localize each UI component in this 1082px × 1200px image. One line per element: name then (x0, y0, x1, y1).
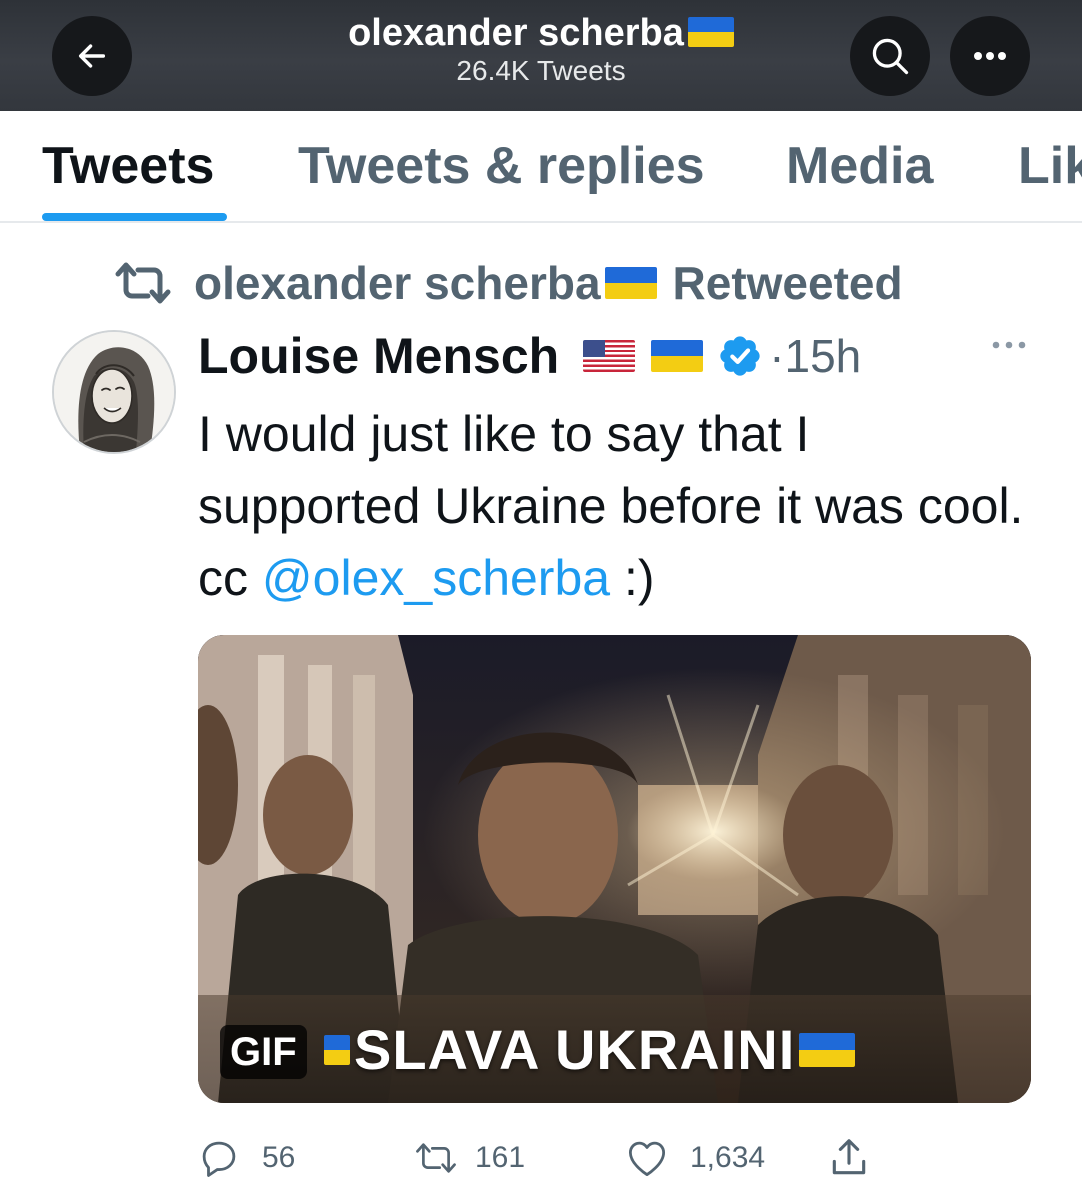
reply-count: 56 (262, 1141, 296, 1174)
tab-tweets-and-replies[interactable]: Tweets & replies (298, 133, 705, 199)
profile-tabs: Tweets Tweets & replies Media Likes (0, 111, 1082, 223)
reply-button[interactable]: 56 (198, 1128, 295, 1188)
retweeted-label: Retweeted (672, 257, 903, 309)
timestamp-separator: · (769, 330, 785, 382)
profile-header-bar: olexander scherba 26.4K Tweets (0, 0, 1082, 111)
tweet-timestamp[interactable]: ·15h (769, 329, 861, 383)
heart-icon (628, 1141, 666, 1177)
ukraine-flag-icon (651, 340, 704, 372)
retweet-count: 161 (475, 1141, 526, 1174)
search-button[interactable] (850, 16, 930, 96)
tweet-gif-media[interactable]: GIF SLAVA UKRAINI (198, 635, 1031, 1103)
retweet-icon (115, 262, 171, 304)
like-button[interactable]: 1,634 (626, 1128, 765, 1188)
retweet-icon (416, 1143, 456, 1173)
tab-media[interactable]: Media (786, 133, 933, 199)
retweet-context[interactable]: olexander scherba Retweeted (112, 255, 903, 311)
search-icon (872, 38, 909, 75)
share-button[interactable] (830, 1128, 868, 1188)
timestamp-value: 15h (784, 330, 862, 382)
reply-icon (202, 1141, 236, 1177)
tweet-text-tail: :) (610, 550, 655, 606)
tweet-more-button[interactable] (990, 338, 1030, 357)
tweet-author-line: Louise Mensch ·15h (198, 326, 861, 386)
more-horizontal-icon (992, 341, 1026, 349)
us-flag-icon (583, 340, 636, 372)
ukraine-flag-icon (324, 1034, 350, 1065)
active-tab-indicator (42, 213, 227, 221)
like-count: 1,634 (690, 1141, 766, 1174)
ukraine-flag-icon (687, 17, 734, 47)
gif-caption: SLAVA UKRAINI (324, 1017, 859, 1082)
gif-badge: GIF (220, 1025, 307, 1079)
avatar[interactable] (52, 330, 176, 454)
more-options-button[interactable] (950, 16, 1030, 96)
share-icon (832, 1139, 866, 1175)
retweeter-name: olexander scherba (194, 257, 601, 309)
tab-tweets[interactable]: Tweets (42, 133, 214, 199)
ukraine-flag-icon (799, 1032, 856, 1067)
ukraine-flag-icon (604, 267, 657, 299)
gif-caption-text: SLAVA UKRAINI (354, 1018, 796, 1081)
profile-name: olexander scherba (348, 12, 684, 54)
tweet-text: I would just like to say that I supporte… (198, 398, 1038, 614)
verified-badge-icon (717, 333, 763, 379)
tab-likes[interactable]: Likes (1018, 133, 1082, 199)
tweet-action-bar: 56 161 1,634 (198, 1128, 898, 1188)
more-horizontal-icon (974, 52, 1006, 60)
avatar-sketch-image (54, 332, 174, 452)
retweet-button[interactable]: 161 (413, 1128, 525, 1188)
mention-link[interactable]: @olex_scherba (262, 550, 610, 606)
author-name[interactable]: Louise Mensch (198, 327, 559, 385)
